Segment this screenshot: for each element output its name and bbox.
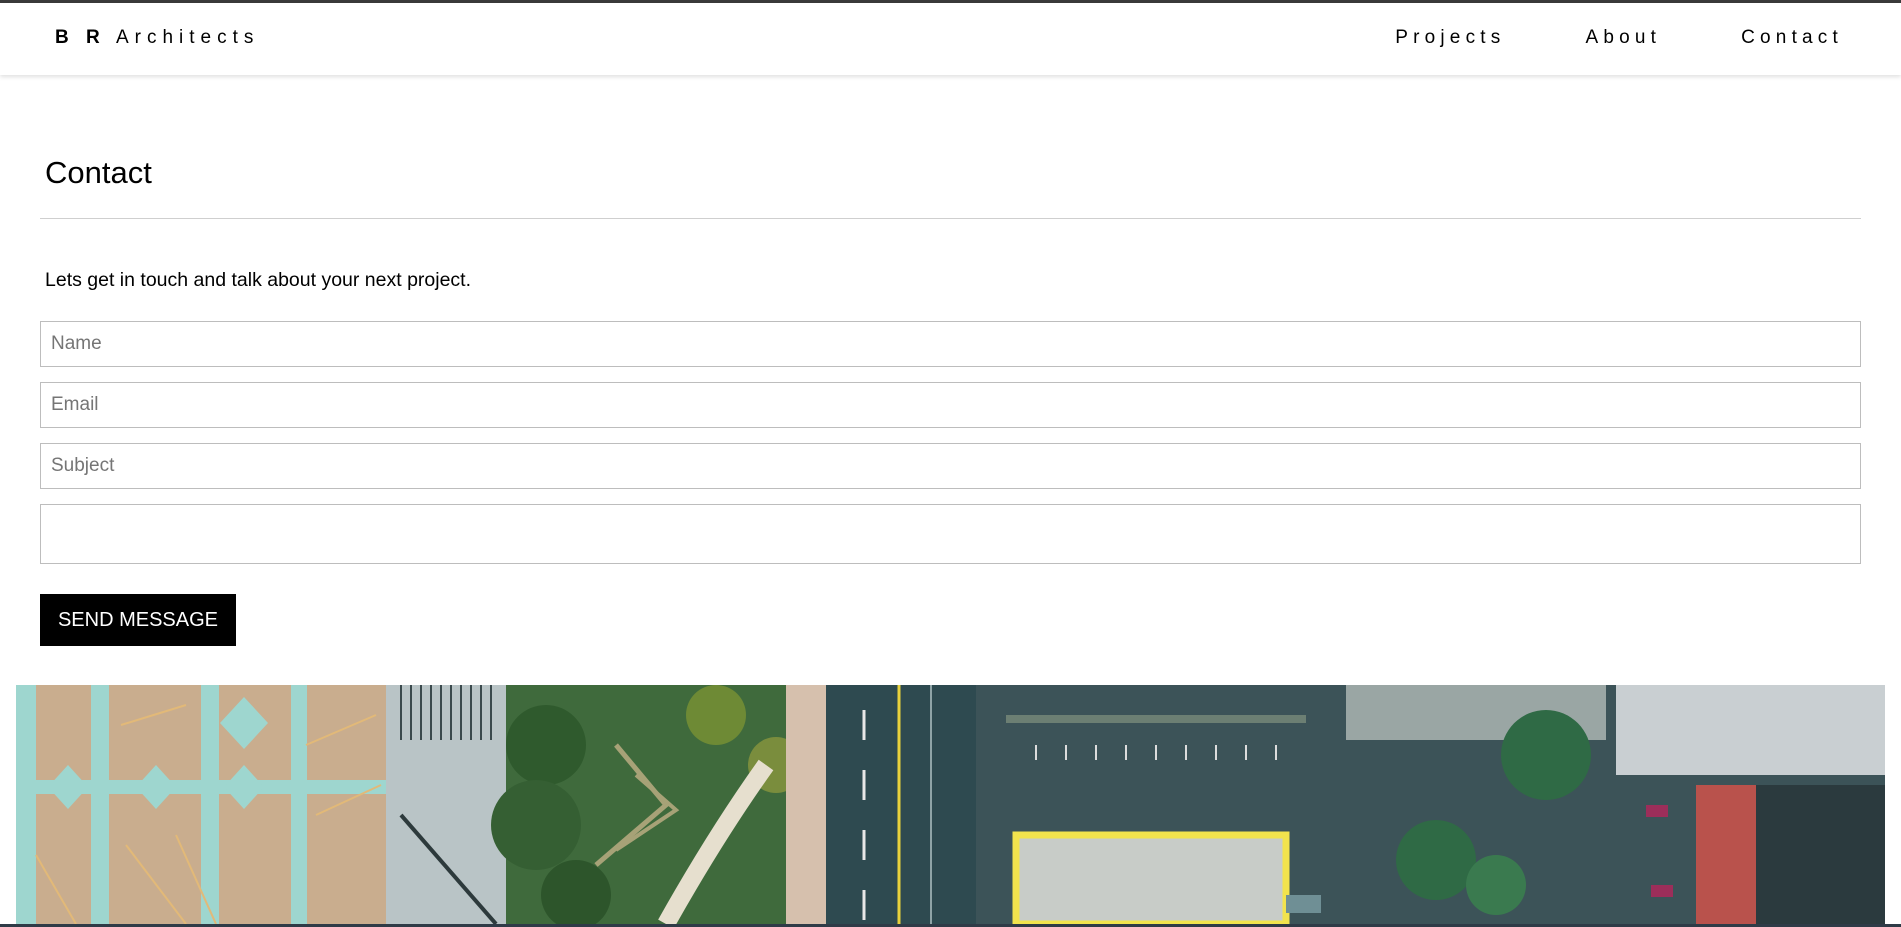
nav-link-projects[interactable]: Projects <box>1395 27 1505 49</box>
intro-text: Lets get in touch and talk about your ne… <box>45 269 472 291</box>
page-title: Contact <box>45 155 152 190</box>
name-input[interactable] <box>40 321 1861 367</box>
title-divider <box>40 218 1861 219</box>
brand-initials: B R <box>55 27 106 48</box>
top-navbar: B R Architects Projects About Contact <box>0 3 1901 75</box>
nav-link-contact[interactable]: Contact <box>1741 27 1843 49</box>
nav-link-about[interactable]: About <box>1585 27 1661 49</box>
email-input[interactable] <box>40 382 1861 428</box>
subject-input[interactable] <box>40 443 1861 489</box>
message-textarea[interactable] <box>40 504 1861 564</box>
nav-links: Projects About Contact <box>1315 27 1843 49</box>
brand-name: Architects <box>115 27 260 48</box>
brand-logo[interactable]: B R Architects <box>55 27 259 49</box>
aerial-city-illustration <box>16 685 1885 924</box>
send-message-button[interactable]: SEND MESSAGE <box>40 594 236 646</box>
aerial-city-image <box>16 685 1885 924</box>
